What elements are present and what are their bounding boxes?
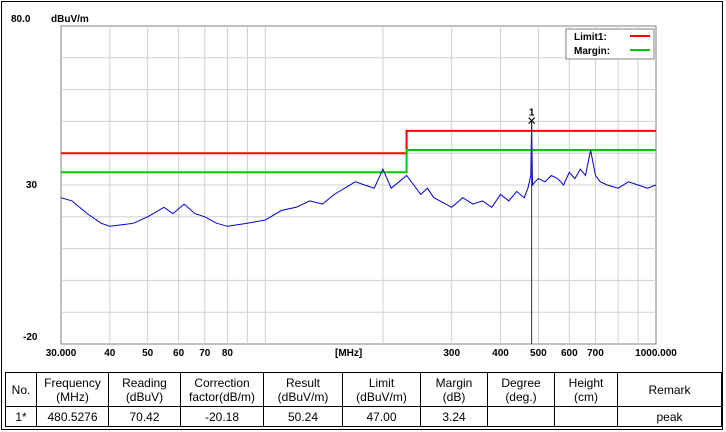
table-header-text: Result xyxy=(285,375,320,390)
table-header-text: Remark xyxy=(648,382,691,397)
table-cell: 50.24 xyxy=(263,406,343,427)
emission-chart: 1 80.0 dBuV/m 30 -20 [MHz] 30.000 40 50 60 7… xyxy=(11,14,677,359)
x-unit-label: [MHz] xyxy=(335,348,362,359)
table-header-cell: No. xyxy=(5,372,37,407)
table-header-cell: Limit (dBuV/m) xyxy=(342,372,421,407)
table-header-text: (dBuV/m) xyxy=(277,389,329,404)
x-tick-label: 60 xyxy=(173,348,185,359)
x-tick-label: 50 xyxy=(142,348,154,359)
legend: Limit1: Margin: xyxy=(565,28,655,60)
x-tick-label: 400 xyxy=(492,348,509,359)
table-header-cell: Reading (dBuV) xyxy=(108,372,181,407)
x-tick-label: 500 xyxy=(530,348,547,359)
table-header-text: Height xyxy=(568,375,604,390)
x-tick-label: 600 xyxy=(561,348,578,359)
table-cell: -20.18 xyxy=(180,406,264,427)
x-tick-label: 80 xyxy=(222,348,234,359)
table-header-cell: Height (cm) xyxy=(554,372,618,407)
table-header-text: Degree xyxy=(501,375,541,390)
x-tick-label: 70 xyxy=(199,348,211,359)
table-cell: 1* xyxy=(5,406,37,427)
result-table: No. Frequency (MHz) Reading (dBuV) Correction… xyxy=(5,372,722,427)
table-row: 1* 480.5276 70.42 -20.18 50.24 47.00 3.24 peak xyxy=(5,406,722,427)
table-header-text: Frequency xyxy=(44,375,101,390)
marker-label: 1 xyxy=(529,108,535,119)
table-cell: 47.00 xyxy=(342,406,421,427)
x-tick-label: 30.000 xyxy=(46,348,77,359)
table-header-cell: Degree (deg.) xyxy=(487,372,555,407)
x-tick-label: 300 xyxy=(443,348,460,359)
table-header-text: (dBuV/m) xyxy=(356,389,407,404)
table-header-cell: Margin (dB) xyxy=(420,372,488,407)
legend-limit-label: Limit1: xyxy=(574,32,607,43)
table-header-text: factor(dB/m) xyxy=(188,389,255,404)
table-header-cell: Remark xyxy=(617,372,722,407)
table-cell: peak xyxy=(617,406,722,427)
table-header-text: Reading xyxy=(122,375,167,390)
table-header-text: (cm) xyxy=(574,389,598,404)
y-unit-label: dBuV/m xyxy=(51,14,89,25)
x-tick-label: 40 xyxy=(104,348,116,359)
table-header-cell: Frequency (MHz) xyxy=(36,372,109,407)
table-header-text: No. xyxy=(11,382,31,397)
y-mid-label: 30 xyxy=(26,180,38,191)
table-cell: 70.42 xyxy=(108,406,181,427)
table-header-text: Correction xyxy=(194,375,250,390)
table-header-cell: Result (dBuV/m) xyxy=(263,372,343,407)
legend-margin-label: Margin: xyxy=(574,46,610,57)
table-header-text: (MHz) xyxy=(56,389,89,404)
x-tick-label: 700 xyxy=(587,348,604,359)
y-top-label: 80.0 xyxy=(11,14,31,25)
table-cell xyxy=(554,406,618,427)
table-cell: 480.5276 xyxy=(36,406,109,427)
table-header-text: (dBuV) xyxy=(125,389,164,404)
table-header-text: (deg.) xyxy=(505,389,537,404)
table-header-text: (dB) xyxy=(442,389,466,404)
x-tick-label: 1000.000 xyxy=(635,348,677,359)
table-cell: 3.24 xyxy=(420,406,488,427)
table-cell xyxy=(487,406,555,427)
table-header-text: Margin xyxy=(435,375,473,390)
table-header-cell: Correction factor(dB/m) xyxy=(180,372,264,407)
table-header-row: No. Frequency (MHz) Reading (dBuV) Correction… xyxy=(5,372,722,407)
y-bottom-label: -20 xyxy=(23,332,38,343)
table-header-text: Limit xyxy=(368,375,395,390)
